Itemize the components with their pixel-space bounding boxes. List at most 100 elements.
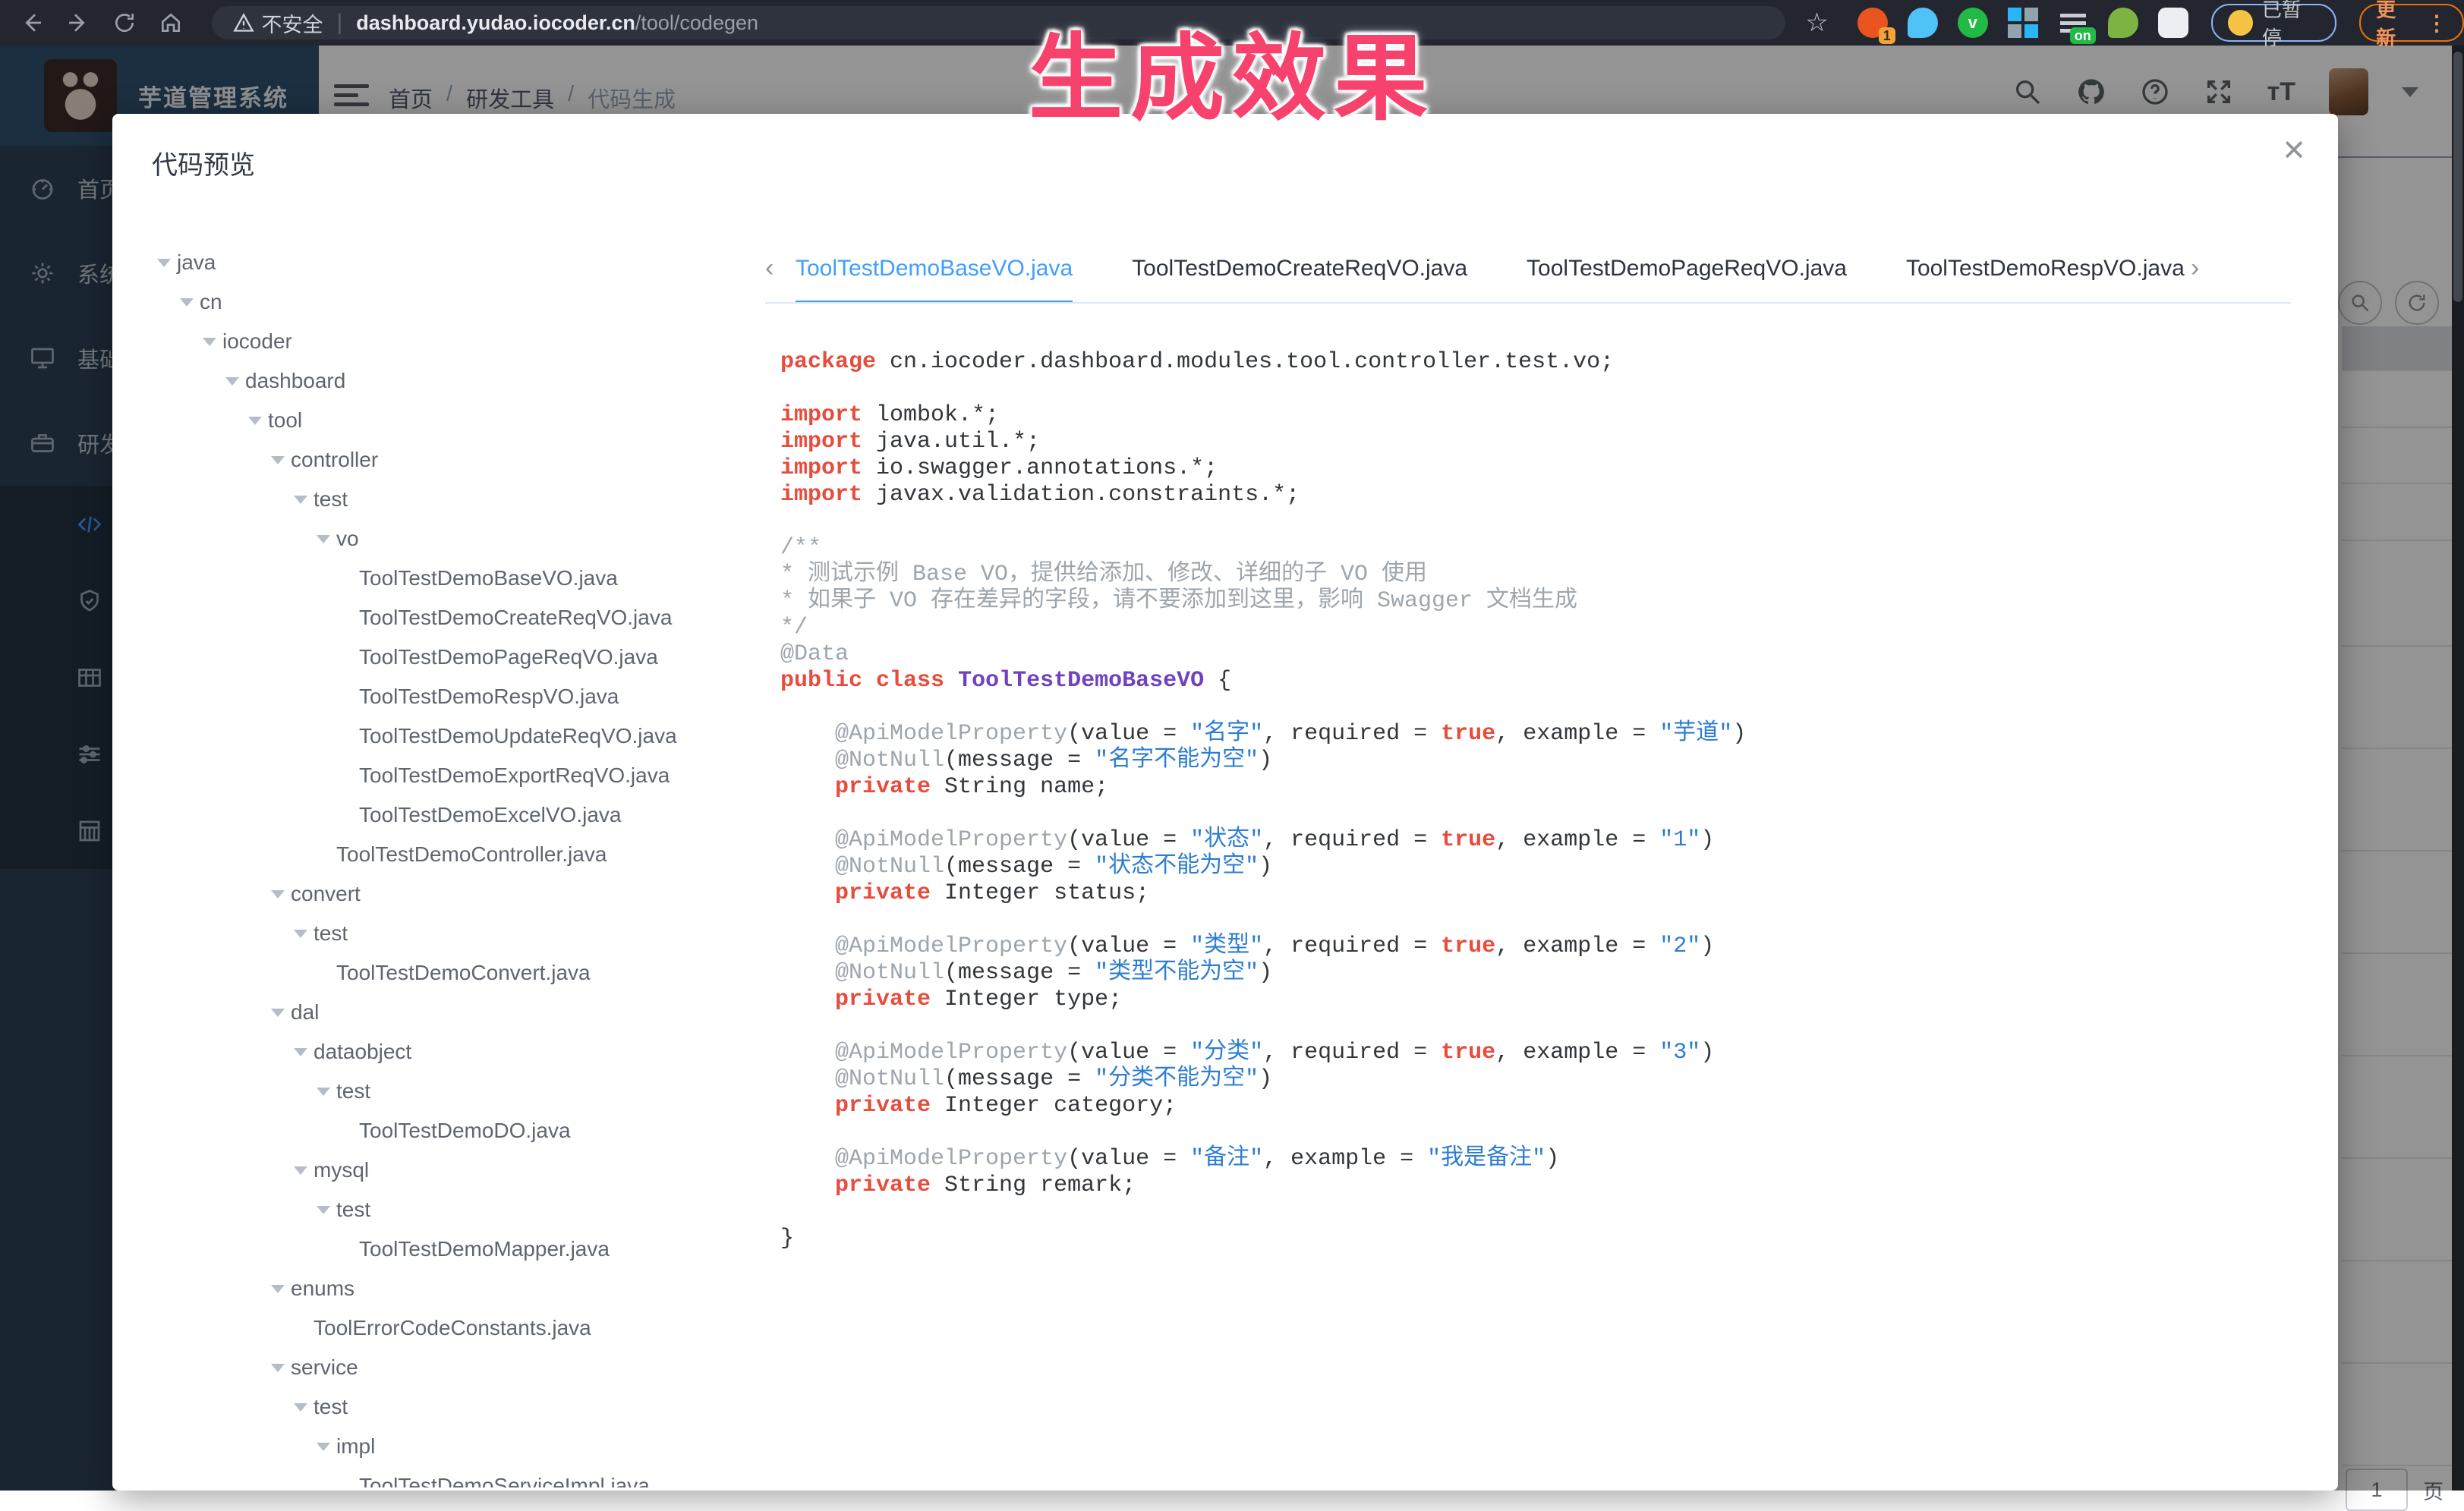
tree-node-file[interactable]: ToolTestDemoExcelVO.java: [133, 795, 763, 835]
code-line: [780, 376, 2314, 402]
tree-node-label: test: [314, 921, 348, 946]
code-line: import lombok.*;: [780, 402, 2314, 429]
tree-node-label: ToolTestDemoDO.java: [359, 1119, 571, 1143]
tree-node-label: ToolTestDemoServiceImpl.java: [359, 1474, 650, 1487]
tree-expand-icon[interactable]: [317, 1088, 336, 1096]
tree-node-label: ToolTestDemoCreateReqVO.java: [359, 606, 672, 630]
tree-node-file[interactable]: ToolTestDemoConvert.java: [133, 953, 763, 993]
tree-expand-icon[interactable]: [294, 1403, 314, 1412]
code-line: * 测试示例 Base VO，提供给添加、修改、详细的子 VO 使用: [780, 562, 2314, 588]
code-line: public class ToolTestDemoBaseVO {: [780, 668, 2314, 694]
tree-expand-icon[interactable]: [248, 417, 268, 425]
tree-node-file[interactable]: ToolTestDemoBaseVO.java: [133, 559, 763, 598]
tree-expand-icon[interactable]: [271, 1285, 291, 1293]
tree-node-file[interactable]: ToolTestDemoServiceImpl.java: [133, 1466, 763, 1487]
tree-expand-icon[interactable]: [317, 535, 336, 543]
tree-node-dir[interactable]: dal: [133, 993, 763, 1032]
code-line: [780, 1119, 2314, 1146]
tree-node-label: dashboard: [245, 369, 345, 393]
tree-expand-icon[interactable]: [294, 496, 314, 504]
tree-node-file[interactable]: ToolTestDemoController.java: [133, 835, 763, 874]
tree-node-file[interactable]: ToolTestDemoCreateReqVO.java: [133, 598, 763, 637]
tree-node-dir[interactable]: tool: [133, 401, 763, 440]
file-tree: javacniocoderdashboardtoolcontrollertest…: [133, 243, 763, 1487]
tree-node-dir[interactable]: test: [133, 1072, 763, 1111]
tree-node-dir[interactable]: convert: [133, 874, 763, 914]
tabs-scroll-right-icon[interactable]: ›: [2191, 253, 2199, 283]
tree-node-dir[interactable]: java: [133, 243, 763, 282]
code-line: [780, 907, 2314, 933]
tree-node-dir[interactable]: test: [133, 1387, 763, 1427]
code-line: @NotNull(message = "名字不能为空"): [780, 748, 2314, 774]
code-line: @ApiModelProperty(value = "名字", required…: [780, 721, 2314, 748]
tree-node-label: mysql: [314, 1158, 369, 1182]
tree-node-file[interactable]: ToolErrorCodeConstants.java: [133, 1308, 763, 1348]
tree-node-dir[interactable]: mysql: [133, 1151, 763, 1190]
tree-node-file[interactable]: ToolTestDemoExportReqVO.java: [133, 756, 763, 795]
tree-expand-icon[interactable]: [271, 1009, 291, 1017]
tree-node-label: ToolTestDemoController.java: [336, 842, 607, 867]
code-line: [780, 1199, 2314, 1226]
tree-node-file[interactable]: ToolTestDemoRespVO.java: [133, 677, 763, 716]
code-line: @NotNull(message = "分类不能为空"): [780, 1066, 2314, 1093]
tree-node-label: service: [291, 1355, 358, 1380]
tree-node-label: impl: [336, 1434, 375, 1459]
tree-node-dir[interactable]: iocoder: [133, 322, 763, 361]
tree-node-file[interactable]: ToolTestDemoPageReqVO.java: [133, 637, 763, 677]
tree-expand-icon[interactable]: [317, 1443, 336, 1451]
tree-expand-icon[interactable]: [294, 1166, 314, 1175]
tree-expand-icon[interactable]: [225, 377, 245, 386]
tree-expand-icon[interactable]: [294, 930, 314, 938]
tree-expand-icon[interactable]: [203, 338, 222, 346]
tree-node-label: ToolTestDemoConvert.java: [336, 961, 591, 985]
code-preview-dialog: 代码预览 ✕ javacniocoderdashboardtoolcontrol…: [112, 114, 2338, 1491]
tree-node-dir[interactable]: enums: [133, 1269, 763, 1308]
tree-node-label: ToolTestDemoExcelVO.java: [359, 803, 621, 827]
file-tabs-bar: ‹ ToolTestDemoBaseVO.java ToolTestDemoCre…: [765, 237, 2291, 304]
dialog-title: 代码预览: [152, 144, 255, 181]
file-tab-1[interactable]: ToolTestDemoCreateReqVO.java: [1132, 237, 1467, 301]
tree-node-label: ToolTestDemoBaseVO.java: [359, 566, 618, 590]
tree-node-label: cn: [200, 290, 222, 314]
page-scrollbar[interactable]: [2452, 46, 2464, 1491]
file-tab-3[interactable]: ToolTestDemoRespVO.java: [1906, 237, 2185, 301]
tree-node-label: tool: [268, 408, 302, 433]
file-tab-0[interactable]: ToolTestDemoBaseVO.java: [796, 237, 1073, 302]
tree-node-dir[interactable]: cn: [133, 282, 763, 322]
code-line: private Integer category;: [780, 1093, 2314, 1119]
tree-node-label: ToolTestDemoUpdateReqVO.java: [359, 724, 677, 748]
code-line: import javax.validation.constraints.*;: [780, 482, 2314, 508]
tabs-scroll-left-icon[interactable]: ‹: [765, 253, 774, 283]
file-tab-2[interactable]: ToolTestDemoPageReqVO.java: [1527, 237, 1847, 301]
tree-expand-icon[interactable]: [157, 259, 177, 267]
tree-node-label: test: [336, 1079, 370, 1103]
code-line: @ApiModelProperty(value = "类型", required…: [780, 933, 2314, 960]
tree-expand-icon[interactable]: [294, 1048, 314, 1056]
tree-expand-icon[interactable]: [180, 298, 200, 307]
tree-expand-icon[interactable]: [271, 456, 291, 464]
tree-node-dir[interactable]: dataobject: [133, 1032, 763, 1072]
tree-node-dir[interactable]: controller: [133, 440, 763, 480]
tree-expand-icon[interactable]: [271, 1364, 291, 1372]
code-line: private Integer type;: [780, 987, 2314, 1013]
tree-node-dir[interactable]: test: [133, 1190, 763, 1229]
tree-expand-icon[interactable]: [317, 1206, 336, 1214]
tree-node-dir[interactable]: dashboard: [133, 361, 763, 401]
tree-node-dir[interactable]: test: [133, 914, 763, 953]
code-line: [780, 1013, 2314, 1040]
code-line: [780, 801, 2314, 827]
tree-node-label: dal: [291, 1000, 319, 1025]
code-line: */: [780, 615, 2314, 641]
tree-node-label: test: [336, 1198, 370, 1222]
tree-node-dir[interactable]: test: [133, 480, 763, 519]
tree-node-file[interactable]: ToolTestDemoMapper.java: [133, 1229, 763, 1269]
tree-node-label: java: [177, 250, 216, 275]
tree-node-label: ToolTestDemoPageReqVO.java: [359, 645, 658, 669]
code-line: [780, 694, 2314, 721]
tree-node-dir[interactable]: vo: [133, 519, 763, 559]
tree-node-dir[interactable]: impl: [133, 1427, 763, 1466]
tree-node-file[interactable]: ToolTestDemoUpdateReqVO.java: [133, 716, 763, 756]
tree-node-dir[interactable]: service: [133, 1348, 763, 1387]
tree-expand-icon[interactable]: [271, 890, 291, 899]
tree-node-file[interactable]: ToolTestDemoDO.java: [133, 1111, 763, 1151]
